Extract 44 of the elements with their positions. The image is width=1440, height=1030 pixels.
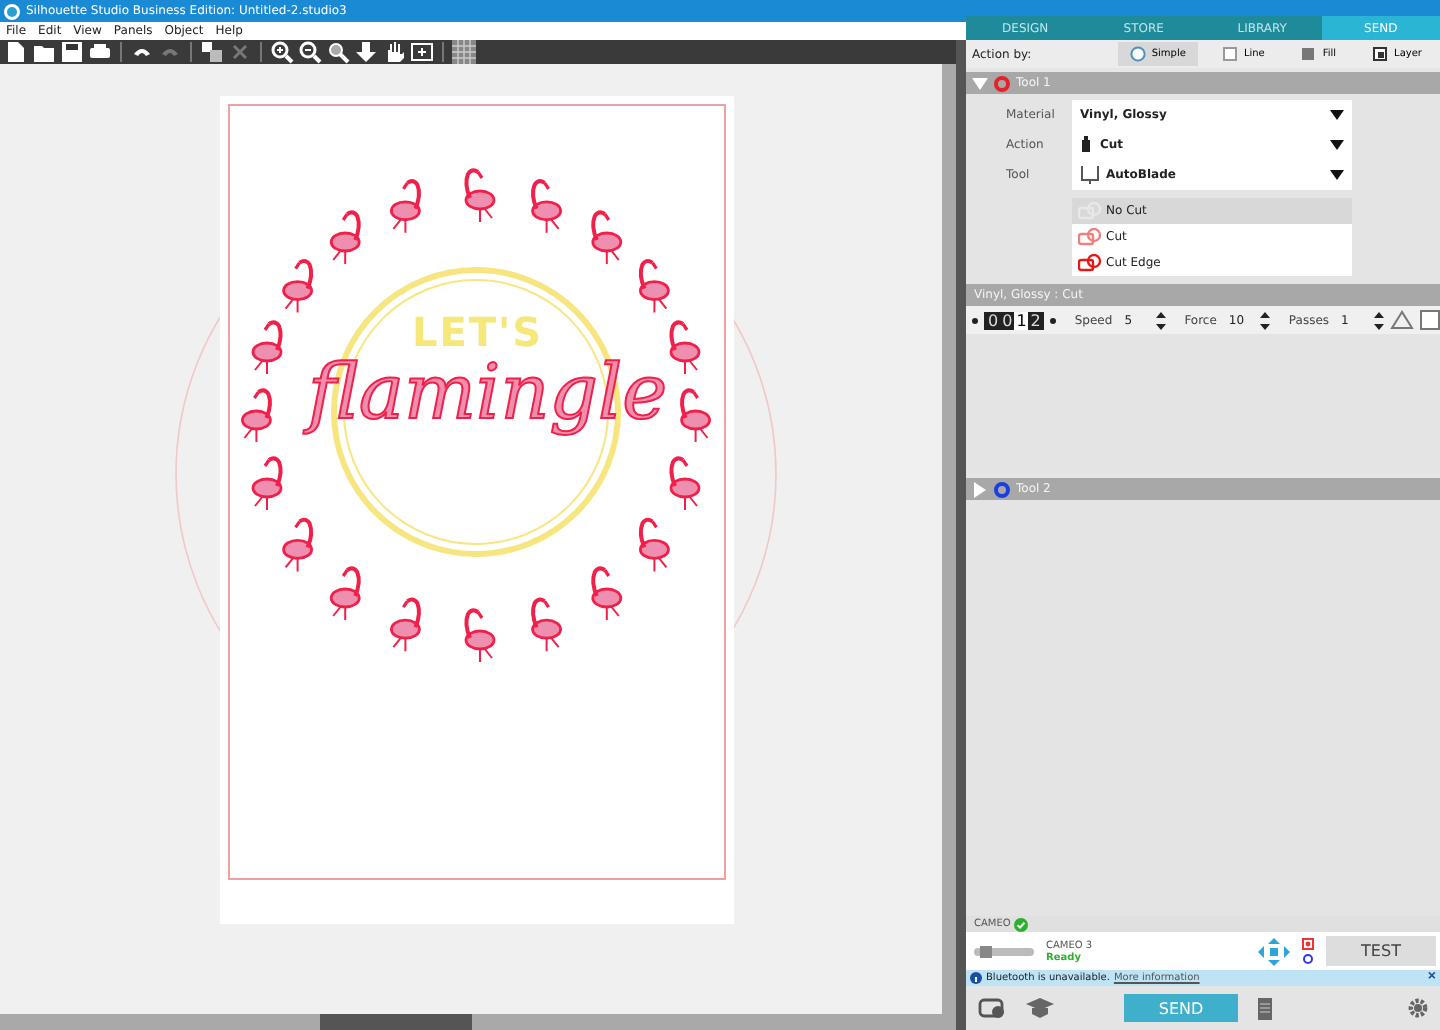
fit-page-icon[interactable]	[410, 40, 434, 64]
radio-icon	[1129, 46, 1146, 62]
blade-digit: 1	[1014, 311, 1029, 329]
vertical-scrollbar[interactable]	[942, 64, 956, 1014]
tool-indicators-icon	[1302, 937, 1314, 965]
caret-icon	[1330, 170, 1344, 180]
spinner-arrows-icon[interactable]	[1373, 311, 1384, 329]
layer-icon	[1372, 46, 1389, 62]
cut-shape-icon	[1078, 228, 1102, 246]
design-text: LET'S	[412, 308, 544, 356]
square-icon[interactable]	[1419, 310, 1440, 330]
caret-icon	[1330, 140, 1344, 150]
test-button[interactable]: TEST	[1326, 936, 1436, 966]
spinner-arrows-icon[interactable]	[1260, 311, 1271, 329]
graduation-cap-icon[interactable]	[1026, 998, 1054, 1018]
down-arrow-icon[interactable]	[354, 40, 378, 64]
save-icon[interactable]	[60, 40, 84, 64]
cut-shape-icon	[1078, 254, 1102, 272]
zoom-in-icon[interactable]	[270, 40, 294, 64]
caret-icon	[1330, 110, 1344, 120]
blade-depth-field[interactable]: 0 0 1 2	[984, 311, 1045, 329]
group-icon[interactable]	[200, 40, 224, 64]
move-arrows-icon[interactable]	[1258, 937, 1290, 965]
fill-icon	[1300, 46, 1317, 62]
horizontal-scrollbar[interactable]	[0, 1014, 956, 1030]
settings-icon[interactable]	[1408, 998, 1428, 1018]
machine-icon[interactable]	[1258, 997, 1272, 1019]
scrollbar-thumb[interactable]	[320, 1014, 472, 1030]
zoom-out-icon[interactable]	[298, 40, 322, 64]
triangle-nodes-icon[interactable]	[1389, 310, 1414, 330]
spinner-arrows-icon[interactable]	[1156, 311, 1167, 329]
blade-digit: 0	[986, 311, 1001, 329]
triangle-down-icon	[972, 75, 988, 91]
blade-icon	[1080, 136, 1094, 154]
cutter-alert-icon[interactable]	[978, 996, 1006, 1020]
right-dot-icon	[1050, 317, 1057, 323]
blade-digit: 0	[1000, 311, 1015, 329]
print-icon[interactable]	[88, 40, 112, 64]
triangle-right-icon	[972, 481, 988, 497]
zoom-select-icon[interactable]	[326, 40, 350, 64]
left-dot-icon	[972, 317, 978, 323]
blade-digit: 2	[1028, 311, 1043, 329]
hand-icon[interactable]	[382, 40, 406, 64]
tool-holder-icon	[1080, 166, 1100, 184]
